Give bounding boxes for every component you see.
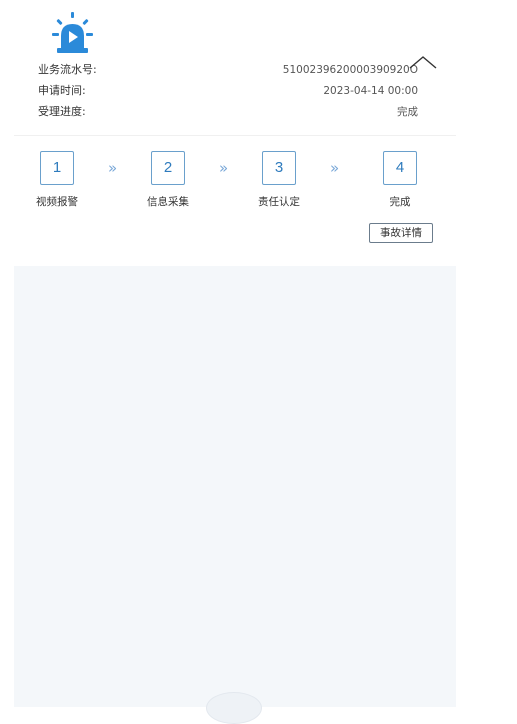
progress-label: 受理进度:	[38, 105, 86, 118]
step-3-box: 3	[262, 151, 296, 185]
step-1-label: 视频报警	[36, 196, 78, 208]
step-4-box: 4	[383, 151, 417, 185]
step-2-box: 2	[151, 151, 185, 185]
serial-number-row: 业务流水号: 5100239620000390920O	[38, 61, 418, 79]
apply-time-value: 2023-04-14 00:00	[323, 85, 418, 97]
progress-card: 业务流水号: 5100239620000390920O 申请时间: 2023-0…	[14, 0, 456, 266]
content-panel	[14, 266, 456, 707]
step-3-label: 责任认定	[258, 196, 300, 208]
step-1-box: 1	[40, 151, 74, 185]
step-2-label: 信息采集	[147, 196, 189, 208]
step-separator-3: »	[330, 159, 340, 177]
apply-time-label: 申请时间:	[38, 84, 86, 97]
serial-number-label: 业务流水号:	[38, 63, 97, 76]
apply-time-row: 申请时间: 2023-04-14 00:00	[38, 82, 418, 100]
siren-icon	[46, 10, 98, 56]
serial-number-value: 5100239620000390920O	[282, 64, 418, 76]
chevron-up-icon	[409, 56, 437, 69]
progress-row: 受理进度: 完成	[38, 103, 418, 121]
bottom-float-button[interactable]	[206, 692, 262, 724]
accident-detail-button[interactable]: 事故详情	[369, 223, 433, 243]
divider	[14, 135, 456, 136]
step-separator-1: »	[108, 159, 118, 177]
step-4-label: 完成	[389, 196, 411, 208]
progress-value: 完成	[397, 106, 418, 118]
collapse-button[interactable]	[406, 50, 440, 76]
step-separator-2: »	[219, 159, 229, 177]
